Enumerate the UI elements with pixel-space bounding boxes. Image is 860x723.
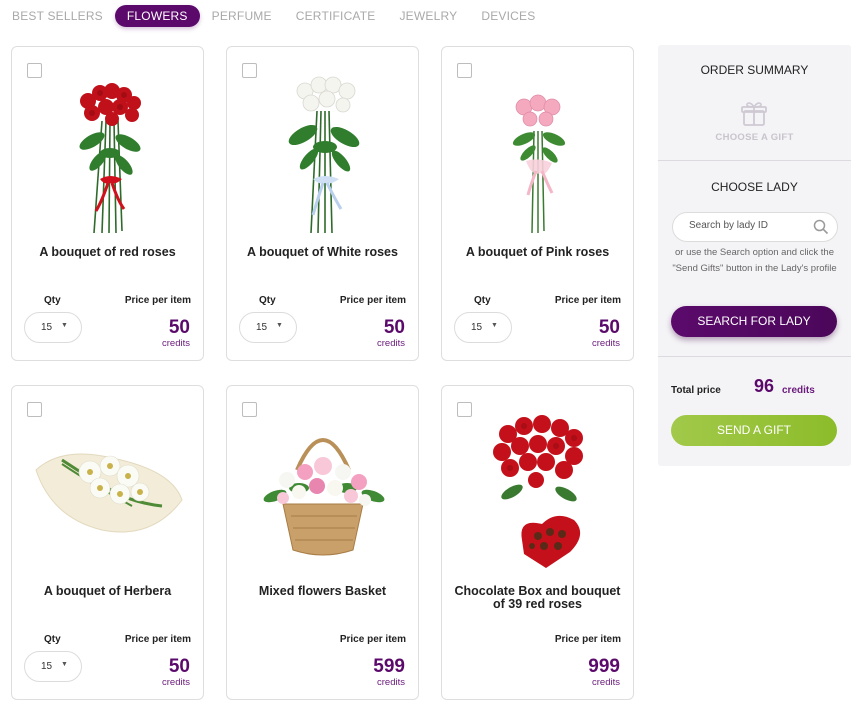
qty-value: 15 xyxy=(471,322,483,333)
order-summary-title: ORDER SUMMARY xyxy=(700,63,809,77)
tab-jewelry[interactable]: JEWELRY xyxy=(399,9,457,23)
price-unit: credits xyxy=(377,677,405,688)
total-price-value: 96 xyxy=(754,376,775,396)
total-price-label: Total price xyxy=(671,385,721,396)
price-unit: credits xyxy=(162,338,190,349)
price-per-item-label: Price per item xyxy=(124,634,191,645)
tab-certificate[interactable]: CERTIFICATE xyxy=(296,9,376,23)
tab-perfume[interactable]: PERFUME xyxy=(212,9,272,23)
price-per-item-label: Price per item xyxy=(554,295,621,306)
flower-basket-image xyxy=(263,438,385,556)
price-per-item-label: Price per item xyxy=(554,634,621,645)
product-title: A bouquet of Herbera xyxy=(43,584,172,598)
price-per-item-label: Price per item xyxy=(339,634,406,645)
send-gift-button[interactable]: SEND A GIFT xyxy=(671,415,837,446)
search-icon[interactable] xyxy=(813,219,829,235)
caret-down-icon: ▼ xyxy=(276,322,283,329)
divider xyxy=(658,356,851,357)
product-title: Mixed flowers Basket xyxy=(258,584,387,598)
price-value: 50 xyxy=(383,317,405,338)
total-price-unit: credits xyxy=(782,385,815,396)
red-roses-bouquet-image xyxy=(79,83,141,234)
caret-down-icon: ▼ xyxy=(61,661,68,668)
white-roses-bouquet-image xyxy=(288,76,360,234)
divider xyxy=(658,160,851,161)
qty-label: Qty xyxy=(259,295,276,306)
qty-select[interactable]: 15 ▼ xyxy=(24,312,82,343)
price-value: 50 xyxy=(168,656,190,677)
qty-value: 15 xyxy=(41,322,53,333)
lady-search-box[interactable] xyxy=(672,212,838,242)
search-for-lady-button[interactable]: SEARCH FOR LADY xyxy=(671,306,837,337)
product-card[interactable]: Chocolate Box and bouquet of 39 red rose… xyxy=(441,385,634,700)
product-card[interactable]: Mixed flowers Basket Price per item 599 … xyxy=(226,385,419,700)
qty-value: 15 xyxy=(256,322,268,333)
gerbera-bouquet-image xyxy=(35,453,183,533)
qty-select[interactable]: 15 ▼ xyxy=(24,651,82,682)
caret-down-icon: ▼ xyxy=(491,322,498,329)
tab-flowers[interactable]: FLOWERS xyxy=(114,5,200,27)
price-per-item-label: Price per item xyxy=(339,295,406,306)
qty-label: Qty xyxy=(44,634,61,645)
qty-value: 15 xyxy=(41,661,53,672)
category-tabs: BEST SELLERS FLOWERS PERFUME CERTIFICATE… xyxy=(12,5,559,27)
price-per-item-label: Price per item xyxy=(124,295,191,306)
product-title: Chocolate Box and bouquet of 39 red rose… xyxy=(454,584,621,611)
qty-label: Qty xyxy=(474,295,491,306)
price-unit: credits xyxy=(592,677,620,688)
order-summary-panel: ORDER SUMMARY CHOOSE A GIFT CHOOSE LADY … xyxy=(658,45,851,466)
price-value: 599 xyxy=(373,656,405,677)
price-unit: credits xyxy=(592,338,620,349)
caret-down-icon: ▼ xyxy=(61,322,68,329)
price-value: 999 xyxy=(588,656,620,677)
choose-lady-title: CHOOSE LADY xyxy=(711,180,798,194)
product-card[interactable]: A bouquet of Herbera Qty 15 ▼ Price per … xyxy=(11,385,204,700)
price-value: 50 xyxy=(598,317,620,338)
price-unit: credits xyxy=(162,677,190,688)
search-hint: or use the Search option and click the "… xyxy=(672,247,837,274)
lady-id-search-input[interactable] xyxy=(689,220,809,231)
price-unit: credits xyxy=(377,338,405,349)
price-value: 50 xyxy=(168,317,190,338)
qty-label: Qty xyxy=(44,295,61,306)
roses-and-chocolate-box-image xyxy=(493,415,583,568)
product-card[interactable]: A bouquet of White roses Qty 15 ▼ Price … xyxy=(226,46,419,361)
pink-roses-bouquet-image xyxy=(512,94,566,234)
qty-select[interactable]: 15 ▼ xyxy=(454,312,512,343)
tab-devices[interactable]: DEVICES xyxy=(481,9,535,23)
product-card[interactable]: A bouquet of red roses Qty 15 ▼ Price pe… xyxy=(11,46,204,361)
product-title: A bouquet of Pink roses xyxy=(465,245,610,259)
product-card[interactable]: A bouquet of Pink roses Qty 15 ▼ Price p… xyxy=(441,46,634,361)
tab-best-sellers[interactable]: BEST SELLERS xyxy=(12,9,103,23)
choose-gift-hint: CHOOSE A GIFT xyxy=(715,132,794,143)
gift-icon xyxy=(741,102,767,126)
product-title: A bouquet of White roses xyxy=(247,245,398,259)
qty-select[interactable]: 15 ▼ xyxy=(239,312,297,343)
product-title: A bouquet of red roses xyxy=(39,245,176,259)
